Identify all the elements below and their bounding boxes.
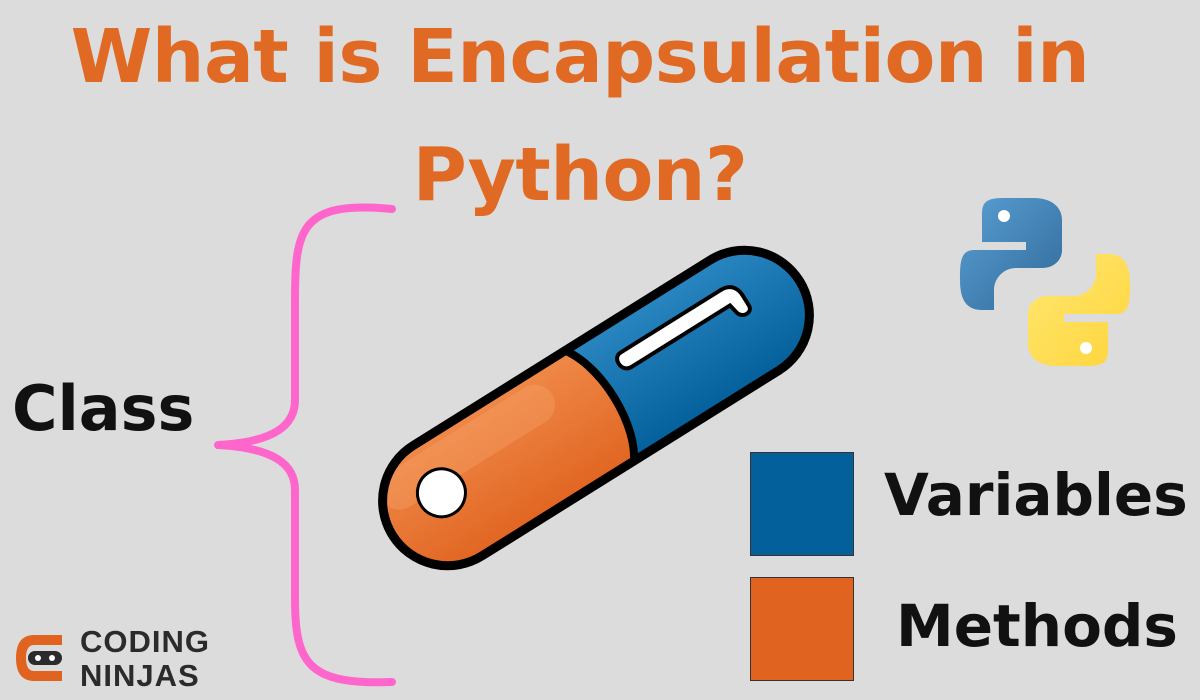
legend-swatch-methods [750,577,854,681]
python-logo-icon [960,198,1130,366]
curly-brace [214,203,396,687]
legend-label-methods: Methods [896,592,1178,660]
brand-line-1: CODING [80,624,210,659]
legend-swatch-variables [750,452,854,556]
legend-label-variables: Variables [884,461,1188,529]
coding-ninjas-logo-icon [16,635,62,681]
coding-ninjas-wordmark: CODING NINJAS [80,625,210,693]
coding-ninjas-brand: CODING NINJAS [12,625,232,695]
brand-line-2: NINJAS [80,658,200,693]
